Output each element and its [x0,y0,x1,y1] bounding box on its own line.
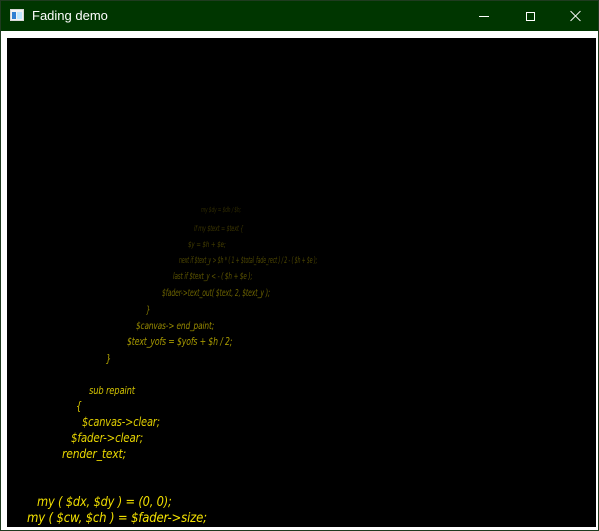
minimize-icon [479,15,489,17]
title-bar[interactable]: Fading demo [1,1,598,31]
code-line: $y = $h + $e; [188,240,226,249]
code-line: } [146,305,151,316]
code-line: my ( $cw, $ch ) = $fader->size; [27,511,207,526]
close-icon [570,10,582,22]
window-app-icon [10,9,24,21]
fading-text-canvas[interactable]: my $dy = $dh / $h; if my $text = $text {… [7,38,596,527]
code-line: } [106,352,112,365]
code-line: $canvas-> end_paint; [136,321,215,332]
maximize-button[interactable] [507,1,553,31]
code-line: $fader->text_out( $text, 2, $text_y ); [162,288,270,299]
code-line: if my $text = $text { [194,224,244,233]
code-line: { [76,399,82,413]
code-line: $text_yofs = $yofs + $h / 2; [127,336,233,348]
code-line: render_text; [62,446,127,461]
code-line: last if $text_y < - ( $h + $e ); [173,272,253,282]
close-button[interactable] [553,1,599,31]
minimize-button[interactable] [461,1,507,31]
code-line: my $dy = $dh / $h; [201,206,241,214]
window-title: Fading demo [32,8,108,23]
code-line: $fader->clear; [71,431,144,445]
code-line: my ( $dx, $dy ) = (0, 0); [37,495,172,510]
maximize-icon [525,11,535,21]
code-line: $canvas->clear; [82,415,160,429]
code-line: next if $text_y > $h * ( 1 + $total_fade… [179,256,318,266]
app-window: Fading demo my $dy = $dh / $h; if my $te… [0,0,599,531]
code-line: sub repaint [89,384,135,397]
